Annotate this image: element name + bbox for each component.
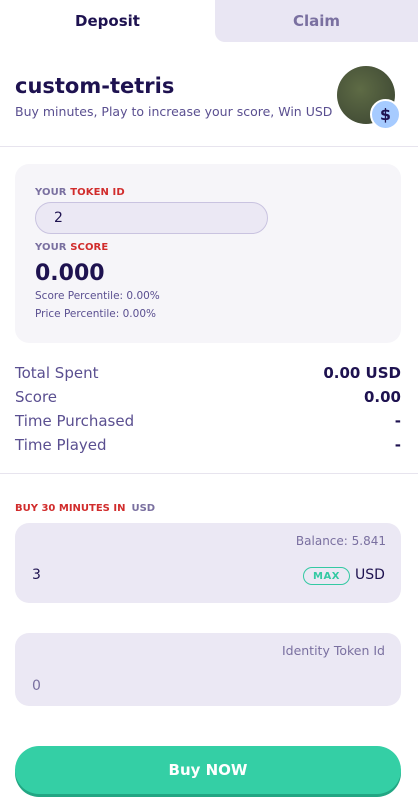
stat-value: - — [394, 436, 401, 454]
identity-token-box[interactable]: Identity Token Id 0 — [15, 633, 401, 706]
tab-bar: Deposit Claim — [0, 0, 418, 42]
stat-label: Time Purchased — [15, 412, 135, 430]
stat-row-total-spent: Total Spent 0.00 USD — [15, 361, 401, 385]
divider — [0, 146, 418, 147]
game-title: custom-tetris — [15, 74, 175, 98]
stat-value: 0.00 USD — [323, 364, 401, 382]
amount-input-box[interactable]: Balance: 5.841 3 MAX USD — [15, 523, 401, 603]
stat-label: Time Played — [15, 436, 107, 454]
max-button[interactable]: MAX — [303, 567, 350, 585]
dollar-icon: $ — [370, 99, 401, 130]
score-value: 0.000 — [35, 261, 105, 286]
stat-row-score: Score 0.00 — [15, 385, 401, 409]
balance-text: Balance: 5.841 — [295, 534, 386, 548]
stat-label: Score — [15, 388, 58, 406]
amount-input[interactable]: 3 — [32, 567, 41, 583]
score-label: YOUR SCORE — [35, 242, 109, 253]
token-id-input[interactable]: 2 — [35, 202, 268, 234]
token-card: YOUR TOKEN ID 2 YOUR SCORE 0.000 Score P… — [15, 164, 401, 343]
game-header: custom-tetris Buy minutes, Play to incre… — [15, 66, 405, 130]
buy-section-label: BUY 30 MINUTES IN USD — [15, 503, 156, 514]
score-percentile: Score Percentile: 0.00% — [35, 290, 160, 302]
stat-value: 0.00 — [363, 388, 401, 406]
game-subtitle: Buy minutes, Play to increase your score… — [15, 104, 333, 119]
price-percentile: Price Percentile: 0.00% — [35, 308, 156, 320]
buy-now-button[interactable]: Buy NOW — [15, 746, 401, 794]
identity-token-input[interactable]: 0 — [32, 678, 41, 694]
stat-row-time-played: Time Played - — [15, 433, 401, 457]
token-id-label: YOUR TOKEN ID — [35, 187, 125, 198]
stat-label: Total Spent — [15, 364, 99, 382]
tab-claim[interactable]: Claim — [215, 0, 418, 42]
identity-token-label: Identity Token Id — [281, 643, 385, 658]
tab-deposit[interactable]: Deposit — [0, 0, 215, 42]
currency-unit: USD — [355, 567, 385, 583]
stat-row-time-purchased: Time Purchased - — [15, 409, 401, 433]
divider — [0, 473, 418, 474]
stat-value: - — [394, 412, 401, 430]
